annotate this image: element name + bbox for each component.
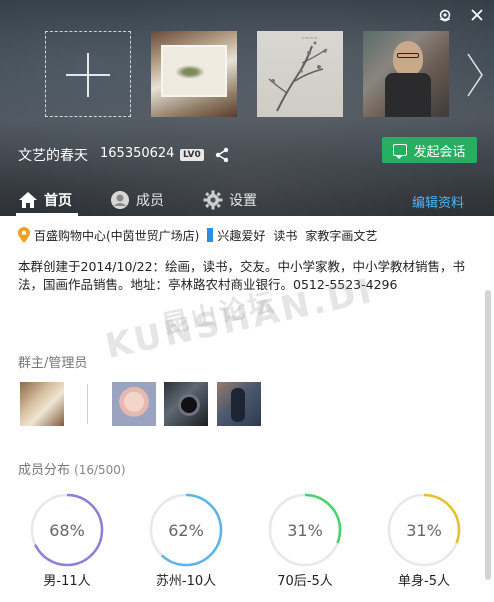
stat-city[interactable]: 62% 苏州-10人 — [136, 492, 236, 589]
stat-percent: 31% — [406, 521, 442, 540]
group-photo-2[interactable]: ~~~~ — [257, 31, 343, 117]
distribution-title-text: 成员分布 — [18, 463, 71, 478]
tab-home-label: 首页 — [44, 193, 72, 209]
tag-category: 兴趣爱好 — [217, 228, 266, 243]
tag-marker — [207, 228, 214, 242]
tag-item[interactable]: 读书 — [273, 227, 297, 244]
group-info-content: 百盛购物中心(中茵世贸广场店) 兴趣爱好 读书 家教字画文艺 本群创建于2014… — [0, 216, 494, 602]
group-description: 本群创建于2014/10/22：绘画，读书，交友。中小学家教，中小学教材销售，书… — [18, 259, 466, 292]
start-chat-button[interactable]: 发起会话 — [382, 137, 477, 163]
share-icon[interactable] — [214, 147, 230, 163]
tag-item[interactable]: 家教字画文艺 — [305, 227, 377, 244]
user-icon — [111, 191, 129, 209]
location-pin-icon — [18, 227, 30, 243]
chat-bubble-icon — [393, 144, 408, 159]
tab-members[interactable]: 成员 — [110, 187, 164, 213]
admin-avatar[interactable] — [164, 382, 208, 426]
member-distribution: 68% 男-11人 62% 苏州-10人 31% 70后-5人 31% 单身-5… — [0, 492, 494, 602]
scrollbar[interactable] — [485, 290, 491, 580]
stat-label: 单身-5人 — [398, 574, 450, 589]
stat-gender[interactable]: 68% 男-11人 — [17, 492, 117, 589]
close-icon[interactable] — [468, 6, 486, 24]
tab-settings[interactable]: 设置 — [203, 187, 257, 213]
member-count: (16/500) — [74, 463, 126, 477]
stat-label: 苏州-10人 — [155, 574, 217, 589]
group-photo-1[interactable] — [151, 31, 237, 117]
admin-avatar[interactable] — [112, 382, 156, 426]
group-name: 文艺的春天 — [18, 148, 88, 164]
tab-members-label: 成员 — [136, 193, 164, 209]
tab-settings-label: 设置 — [229, 193, 257, 209]
owner-avatar[interactable] — [20, 382, 64, 426]
chevron-right-icon[interactable] — [464, 52, 486, 98]
group-id: 165350624 — [100, 146, 175, 161]
svg-text:~~~~: ~~~~ — [301, 36, 318, 42]
stat-label: 70后-5人 — [277, 574, 333, 589]
location-row: 百盛购物中心(中茵世贸广场店) 兴趣爱好 读书 家教字画文艺 — [18, 226, 385, 244]
stat-label: 男-11人 — [43, 574, 91, 589]
window-controls — [436, 6, 486, 24]
stat-percent: 68% — [49, 521, 85, 540]
stat-age[interactable]: 31% 70后-5人 — [255, 492, 355, 589]
location-text[interactable]: 百盛购物中心(中茵世贸广场店) — [34, 227, 199, 244]
tab-bar: 首页 成员 设置 编辑资料 — [0, 181, 494, 216]
admins-title: 群主/管理员 — [18, 356, 88, 371]
stat-percent: 31% — [287, 521, 323, 540]
tab-home[interactable]: 首页 — [18, 187, 72, 213]
level-badge: LV0 — [180, 149, 204, 161]
home-icon — [19, 192, 37, 208]
stat-marital[interactable]: 31% 单身-5人 — [374, 492, 474, 589]
settings-icon[interactable] — [436, 6, 454, 24]
edit-profile-link[interactable]: 编辑资料 — [412, 192, 464, 211]
group-header: ~~~~ 文艺的春天 165350624 LV0 发起会话 首页 成员 设置 编… — [0, 0, 494, 216]
admin-avatar[interactable] — [217, 382, 261, 426]
admin-list — [20, 382, 480, 426]
distribution-title: 成员分布 (16/500) — [18, 459, 126, 478]
active-tab-indicator — [16, 213, 78, 216]
gear-icon — [203, 190, 223, 210]
start-chat-label: 发起会话 — [413, 144, 466, 160]
add-photo-button[interactable] — [45, 31, 131, 117]
group-photo-3[interactable] — [363, 31, 449, 117]
stat-percent: 62% — [168, 521, 204, 540]
admin-divider — [87, 384, 88, 424]
